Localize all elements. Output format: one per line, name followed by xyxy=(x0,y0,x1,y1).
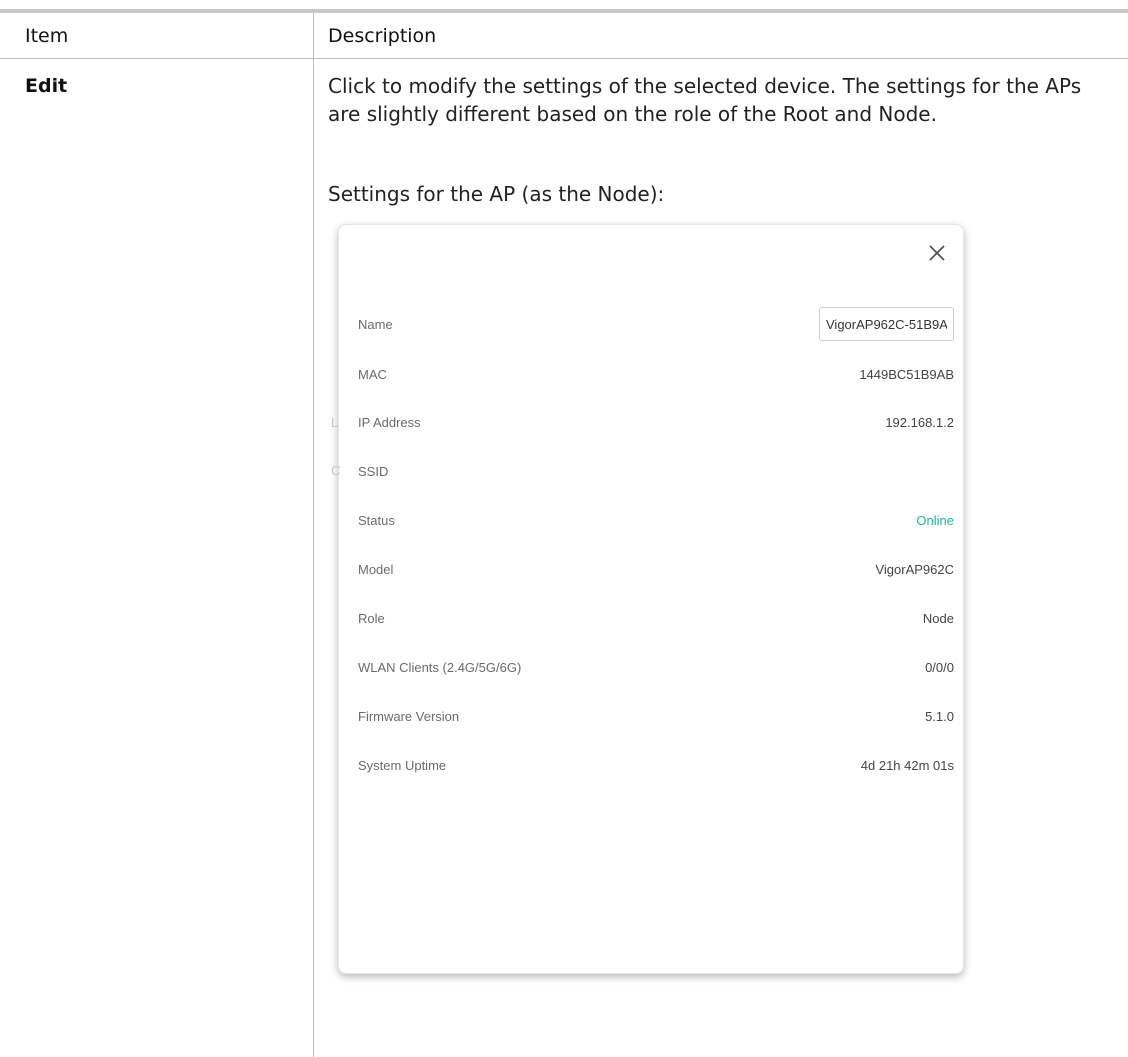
mac-label: MAC xyxy=(358,367,387,382)
system-uptime-label: System Uptime xyxy=(358,758,447,773)
status-label: Status xyxy=(358,513,395,528)
ssid-label: SSID xyxy=(358,464,389,479)
column-divider xyxy=(313,13,314,1057)
model-value: VigorAP962C xyxy=(875,562,954,577)
ip-address-label: IP Address xyxy=(358,415,421,430)
model-label: Model xyxy=(358,562,394,577)
background-ghost-mark: L xyxy=(331,415,339,430)
header-row-rule xyxy=(0,58,1128,59)
description-text: Click to modify the settings of the sele… xyxy=(328,74,1082,126)
background-ghost-mark: C xyxy=(331,463,341,478)
column-header-item: Item xyxy=(25,25,69,47)
name-field[interactable] xyxy=(819,307,954,341)
system-uptime-value: 4d 21h 42m 01s xyxy=(860,758,954,773)
mac-value: 1449BC51B9AB xyxy=(859,367,954,382)
role-label: Role xyxy=(358,611,385,626)
ip-address-value: 192.168.1.2 xyxy=(885,415,954,430)
firmware-version-label: Firmware Version xyxy=(358,709,460,724)
table-top-rule xyxy=(0,9,1128,13)
close-icon[interactable] xyxy=(927,243,947,263)
name-label: Name xyxy=(358,317,393,332)
firmware-version-value: 5.1.0 xyxy=(925,709,954,724)
column-header-description: Description xyxy=(328,25,437,47)
status-value: Online xyxy=(916,513,954,528)
wlan-clients-value: 0/0/0 xyxy=(925,660,954,675)
device-settings-dialog: L C Name MAC 1449BC51B9AB IP Address 192… xyxy=(331,224,964,974)
item-cell-edit: Edit xyxy=(25,75,68,97)
description-subheading: Settings for the AP (as the Node): xyxy=(328,182,665,206)
wlan-clients-label: WLAN Clients (2.4G/5G/6G) xyxy=(358,660,522,675)
role-value: Node xyxy=(922,611,954,626)
